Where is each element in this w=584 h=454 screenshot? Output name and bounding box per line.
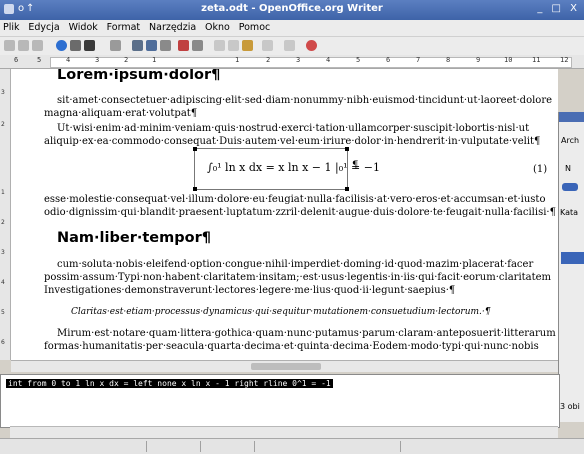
- paragraph-line: cum·soluta·nobis·eleifend·option·congue·…: [57, 259, 534, 270]
- paragraph-line: odio·dignissim·qui·blandit·praesent·lupt…: [44, 207, 556, 218]
- redo-icon[interactable]: [284, 40, 295, 51]
- ruler-label: 1: [235, 56, 240, 64]
- ruler-label: 4: [66, 56, 71, 64]
- formula-command-pane[interactable]: int from 0 to 1 ln x dx = left none x ln…: [0, 374, 560, 428]
- ruler-label: 3: [296, 56, 301, 64]
- document-page[interactable]: Lorem·ipsum·dolor¶ sit·amet·consectetuer…: [11, 69, 558, 360]
- paste-icon[interactable]: [242, 40, 253, 51]
- ruler-label: 5: [356, 56, 361, 64]
- ruler-label: 8: [446, 56, 451, 64]
- ruler-label: 5: [37, 56, 42, 64]
- menu-plik[interactable]: Plik: [0, 20, 23, 33]
- menu-pomoc[interactable]: Pomoc: [236, 20, 274, 33]
- undo-icon[interactable]: [262, 40, 273, 51]
- command-icon[interactable]: [84, 40, 95, 51]
- side-selected-row[interactable]: [561, 252, 584, 264]
- navigator-icon[interactable]: [56, 40, 67, 51]
- help-icon[interactable]: [306, 40, 317, 51]
- sum-icon[interactable]: [70, 40, 81, 51]
- horizontal-ruler[interactable]: 6 5 4 3 2 1 1 2 3 4 5 6 7 8 9 10 11 12: [0, 55, 584, 69]
- ruler-label: 9: [476, 56, 481, 64]
- menu-bar: Plik Edycja Widok Format Narzędzia Okno …: [0, 20, 584, 36]
- paragraph-line: possim·assum·Typi·non·habent·claritatem·…: [44, 272, 552, 283]
- ruler-label: 7: [416, 56, 421, 64]
- print-icon[interactable]: [160, 40, 171, 51]
- selection-handle[interactable]: [193, 147, 197, 151]
- ruler-label: 2: [266, 56, 271, 64]
- zoom-icon[interactable]: [4, 40, 15, 51]
- ruler-label: 5: [1, 309, 5, 316]
- window-title: zeta.odt - OpenOffice.org Writer: [201, 3, 383, 14]
- side-label-kata: Kata: [560, 208, 579, 217]
- paragraph-line: formas·humanitatis·per·seacula·quarta·de…: [44, 341, 539, 352]
- paragraph-line: Mirum·est·notare·quam·littera·gothica·qu…: [57, 328, 556, 339]
- paragraph-italic: Claritas·est·etiam·processus·dynamicus·q…: [71, 307, 491, 317]
- preview-icon[interactable]: [192, 40, 203, 51]
- zoom-in-icon[interactable]: [18, 40, 29, 51]
- vertical-ruler[interactable]: 3 2 1 2 3 4 5 6: [0, 69, 11, 360]
- side-window[interactable]: Arch N Kata 3 obi: [558, 112, 584, 422]
- ruler-label: 1: [152, 56, 157, 64]
- paragraph-line: aliquip·ex·ea·commodo·consequat·Duis·aut…: [44, 136, 541, 147]
- selection-handle[interactable]: [193, 187, 197, 191]
- ruler-label: 2: [1, 121, 5, 128]
- formula-paragraph-mark: ¶: [352, 160, 359, 171]
- side-label-n: N: [565, 164, 571, 173]
- scroll-thumb[interactable]: [251, 363, 321, 370]
- selection-handle[interactable]: [345, 187, 349, 191]
- ruler-label: 3: [1, 89, 5, 96]
- side-menu-archiwum[interactable]: Arch: [561, 136, 579, 145]
- ruler-label: 12: [560, 56, 569, 64]
- ruler-label: 2: [124, 56, 129, 64]
- paragraph-line: sit·amet·consectetuer·adipiscing·elit·se…: [57, 95, 553, 106]
- open-icon[interactable]: [132, 40, 143, 51]
- cut-icon[interactable]: [214, 40, 225, 51]
- menu-okno[interactable]: Okno: [202, 20, 233, 33]
- status-bar: [0, 438, 584, 454]
- heading-lorem-ipsum: Lorem·ipsum·dolor¶: [57, 69, 221, 83]
- zoom-out-icon[interactable]: [32, 40, 43, 51]
- heading-nam-liber: Nam·liber·tempor¶: [57, 230, 211, 246]
- status-separator: [146, 441, 147, 452]
- ruler-label: 6: [386, 56, 391, 64]
- ruler-label: 4: [326, 56, 331, 64]
- toolbar: [0, 36, 584, 56]
- menu-format[interactable]: Format: [104, 20, 143, 33]
- status-separator: [254, 441, 255, 452]
- paragraph-line: magna·aliquam·erat·volutpat¶: [44, 108, 198, 119]
- ruler-track: [50, 57, 572, 68]
- save-icon[interactable]: [146, 40, 157, 51]
- ruler-label: 1: [1, 189, 5, 196]
- ruler-label: 2: [1, 219, 5, 226]
- side-window-titlebar[interactable]: [559, 112, 584, 122]
- pdf-icon[interactable]: [178, 40, 189, 51]
- window-controls[interactable]: _ □ X: [537, 3, 580, 14]
- equation-number: (1): [533, 164, 548, 175]
- back-arrow-icon[interactable]: [562, 183, 578, 191]
- command-hscrollbar[interactable]: [10, 426, 558, 438]
- paragraph-line: Investigationes·demonstraverunt·lectores…: [44, 285, 456, 296]
- ruler-label: 6: [14, 56, 19, 64]
- document-hscrollbar[interactable]: [11, 360, 558, 372]
- menu-widok[interactable]: Widok: [66, 20, 101, 33]
- ruler-label: 10: [504, 56, 513, 64]
- menu-edycja[interactable]: Edycja: [25, 20, 62, 33]
- formula-object[interactable]: ∫₀¹ ln x dx = x ln x − 1 |₀¹ = −1: [193, 147, 380, 191]
- selection-handle[interactable]: [345, 147, 349, 151]
- paragraph-line: Ut·wisi·enim·ad·minim·veniam·quis·nostru…: [57, 123, 530, 134]
- ruler-label: 11: [532, 56, 541, 64]
- ruler-label: 6: [1, 339, 5, 346]
- status-separator: [200, 441, 201, 452]
- menu-narzedzia[interactable]: Narzędzia: [146, 20, 199, 33]
- status-separator: [400, 441, 401, 452]
- formula-command-text[interactable]: int from 0 to 1 ln x dx = left none x ln…: [6, 379, 333, 388]
- paragraph-line: esse·molestie·consequat·vel·illum·dolore…: [44, 194, 546, 205]
- title-bar: o ↑ zeta.odt - OpenOffice.org Writer _ □…: [0, 0, 584, 20]
- ruler-label: 4: [1, 279, 5, 286]
- new-icon[interactable]: [110, 40, 121, 51]
- ruler-label: 3: [95, 56, 100, 64]
- copy-icon[interactable]: [228, 40, 239, 51]
- ruler-label: 3: [1, 249, 5, 256]
- side-status: 3 obi: [560, 402, 580, 411]
